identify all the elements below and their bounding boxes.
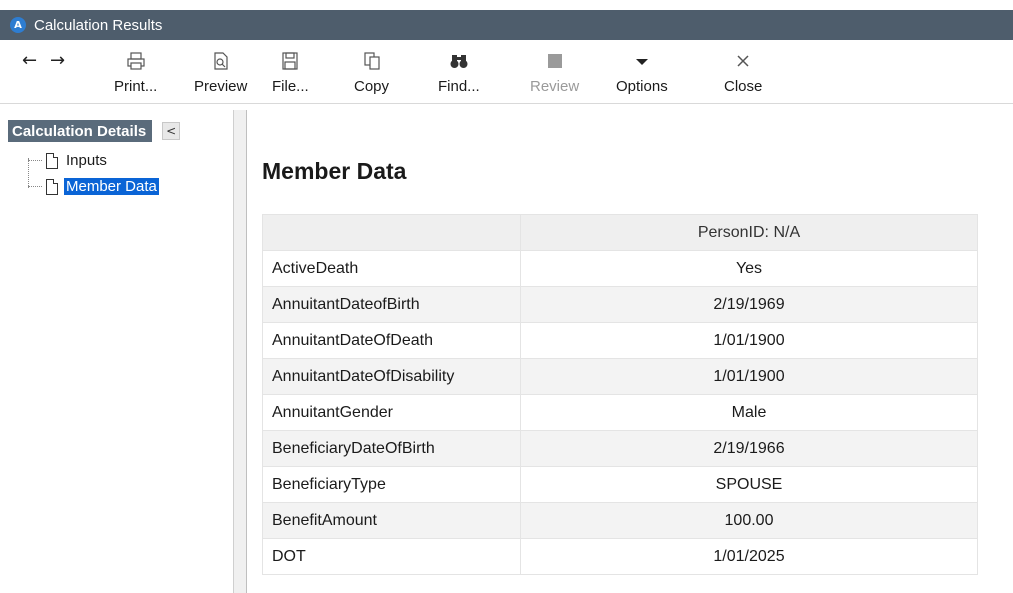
field-name-cell: BenefitAmount [262,502,521,539]
close-icon [733,50,753,72]
forward-arrow-icon[interactable]: → [50,50,65,71]
table-row: DOT 1/01/2025 [262,538,978,575]
dropdown-caret-icon [632,50,652,72]
review-button[interactable]: Review [530,50,579,95]
tree-branch-line [28,160,42,161]
copy-icon [362,50,382,72]
field-name-cell: BeneficiaryType [262,466,521,503]
window-title: Calculation Results [34,16,163,34]
table-row: BeneficiaryType SPOUSE [262,466,978,503]
document-icon [46,178,58,195]
member-data-table: PersonID: N/A ActiveDeath Yes AnnuitantD… [262,214,978,575]
tree-item-label: Inputs [66,152,107,169]
preview-icon [211,50,231,72]
field-value-cell: 1/01/1900 [520,322,978,359]
calculation-details-pane: Calculation Details < Inputs Member Data [0,110,233,593]
field-name-cell: AnnuitantDateOfDeath [262,322,521,359]
tree-branch-line [28,186,42,187]
field-value-cell: 1/01/1900 [520,358,978,395]
table-row: ActiveDeath Yes [262,250,978,287]
field-value-cell: 2/19/1969 [520,286,978,323]
find-button[interactable]: Find... [438,50,480,95]
field-value-cell: 2/19/1966 [520,430,978,467]
toolbar: ← → Print... Preview File... Copy Find..… [0,40,1013,104]
field-name-cell: DOT [262,538,521,575]
file-button[interactable]: File... [272,50,309,95]
review-label: Review [530,78,580,95]
back-arrow-icon[interactable]: ← [22,50,37,71]
field-name-cell: AnnuitantDateOfDisability [262,358,521,395]
table-row: AnnuitantDateOfDeath 1/01/1900 [262,322,978,359]
field-value-cell: Male [520,394,978,431]
find-label: Find... [438,78,480,95]
field-name-cell: AnnuitantDateofBirth [262,286,521,323]
print-button[interactable]: Print... [114,50,157,95]
tree-item-inputs[interactable]: Inputs [28,152,109,169]
table-row: BenefitAmount 100.00 [262,502,978,539]
copy-label: Copy [354,78,390,95]
close-label: Close [724,78,763,95]
toolbar-divider [0,103,1013,104]
report-content: Member Data PersonID: N/A ActiveDeath Ye… [248,110,1013,593]
options-label: Options [616,78,668,95]
pane-header: Calculation Details < [8,120,232,142]
field-name-cell: ActiveDeath [262,250,521,287]
field-value-cell: 100.00 [520,502,978,539]
printer-icon [126,50,146,72]
file-label: File... [272,78,309,95]
table-row: AnnuitantDateOfDisability 1/01/1900 [262,358,978,395]
binoculars-icon [449,50,469,72]
copy-button[interactable]: Copy [354,50,389,95]
collapse-pane-button[interactable]: < [162,122,181,140]
field-value-cell: Yes [520,250,978,287]
table-header-cell: PersonID: N/A [520,214,978,251]
document-icon [46,152,58,169]
pane-splitter[interactable] [233,110,247,593]
print-label: Print... [114,78,158,95]
table-row: AnnuitantGender Male [262,394,978,431]
table-row: BeneficiaryDateOfBirth 2/19/1966 [262,430,978,467]
page-title: Member Data [262,158,407,184]
table-header-cell [262,214,521,251]
preview-button[interactable]: Preview [194,50,247,95]
save-disk-icon [280,50,300,72]
options-button[interactable]: Options [616,50,668,95]
preview-label: Preview [194,78,248,95]
title-bar: A Calculation Results [0,10,1013,40]
tree-item-member-data[interactable]: Member Data [28,177,160,196]
pane-title: Calculation Details [8,120,153,142]
tree-item-label: Member Data [63,177,160,196]
field-value-cell: 1/01/2025 [520,538,978,575]
close-button[interactable]: Close [724,50,762,95]
table-row: AnnuitantDateofBirth 2/19/1969 [262,286,978,323]
field-name-cell: AnnuitantGender [262,394,521,431]
review-icon [545,50,565,72]
field-value-cell: SPOUSE [520,466,978,503]
field-name-cell: BeneficiaryDateOfBirth [262,430,521,467]
table-header-row: PersonID: N/A [262,214,978,251]
app-logo-icon: A [10,17,26,33]
